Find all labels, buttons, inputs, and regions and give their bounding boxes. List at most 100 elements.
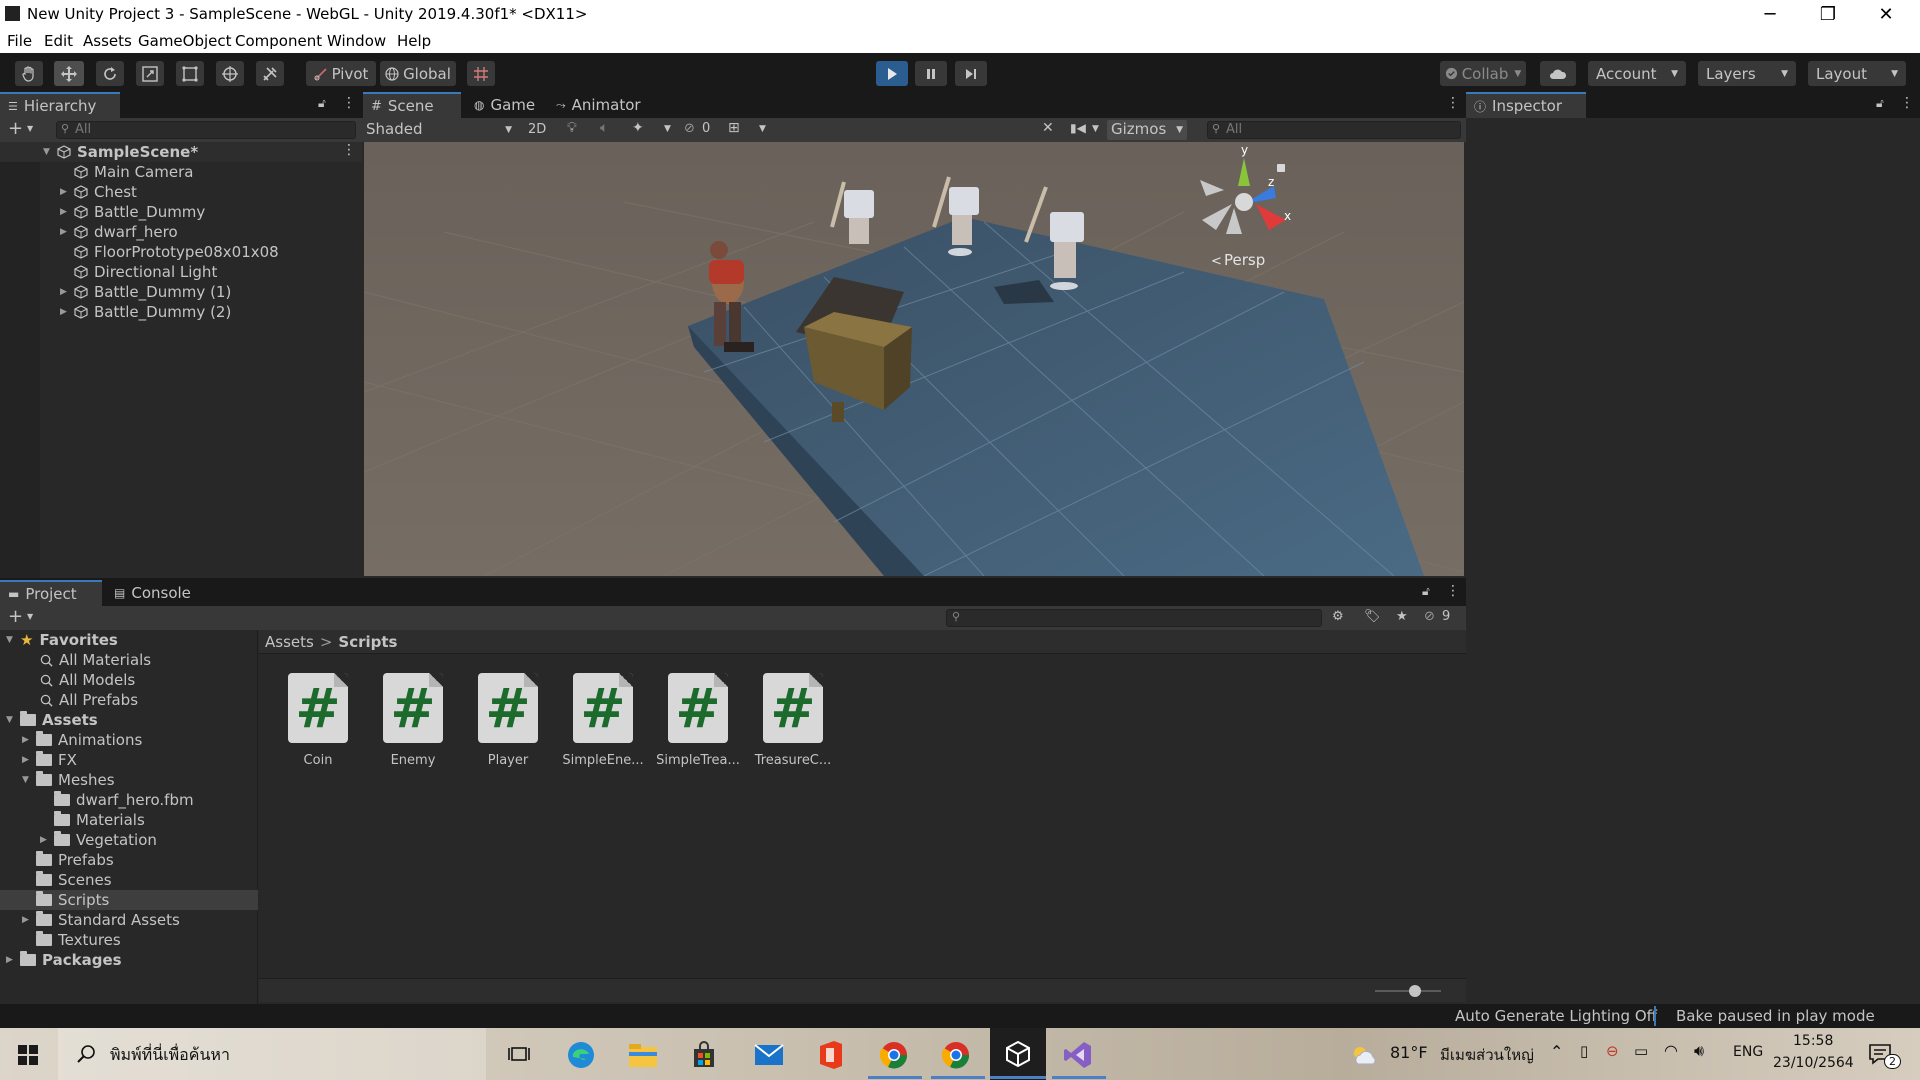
close-button[interactable]: ✕ <box>1858 0 1914 29</box>
expand-arrow-icon[interactable]: ▶ <box>60 187 70 197</box>
weather-temp[interactable]: 81°F <box>1390 1043 1428 1062</box>
kebab-menu-icon[interactable]: ⋮ <box>342 95 356 111</box>
hidden-packages-icon[interactable]: ⊘ <box>1424 609 1435 624</box>
gizmos-dropdown[interactable]: Gizmos ▼ <box>1107 120 1187 140</box>
network-error-icon[interactable]: ⊖ <box>1606 1042 1619 1060</box>
effects-chevron-icon[interactable]: ▼ <box>664 124 671 134</box>
menu-window[interactable]: Window <box>327 32 386 50</box>
minimize-button[interactable]: ─ <box>1742 0 1798 29</box>
tab-animator[interactable]: ⤳ Animator <box>548 92 658 118</box>
folder-tree-item[interactable]: ▶ Standard Assets <box>0 910 258 930</box>
toggle-2d-button[interactable]: 2D <box>528 122 546 137</box>
project-search-input[interactable] <box>946 609 1322 627</box>
effects-icon[interactable]: ✦ <box>632 120 644 136</box>
persp-label[interactable]: Persp <box>1224 251 1265 269</box>
camera-icon[interactable]: ▮◀ <box>1070 121 1086 135</box>
scene-search-input[interactable]: All <box>1207 121 1461 139</box>
script-asset[interactable]: # Player <box>465 673 551 768</box>
volume-icon[interactable]: 🔊︎ <box>1694 1041 1704 1061</box>
project-add-icon[interactable]: + <box>8 606 23 627</box>
edge-browser-icon[interactable] <box>566 1040 596 1070</box>
tab-hierarchy[interactable]: ☰ Hierarchy <box>0 92 120 118</box>
project-add-chevron-icon[interactable]: ▼ <box>27 612 33 621</box>
task-view-icon[interactable] <box>508 1043 530 1065</box>
hierarchy-item[interactable]: ▶ Chest <box>0 182 137 202</box>
collab-dropdown[interactable]: Collab ▼ <box>1440 61 1526 86</box>
mail-icon[interactable] <box>754 1044 784 1066</box>
menu-edit[interactable]: Edit <box>44 32 73 50</box>
step-button[interactable] <box>955 61 987 86</box>
tab-inspector[interactable]: ⓘ Inspector <box>1466 92 1586 118</box>
project-lock-icon[interactable]: 🔓︎ <box>1422 584 1430 599</box>
breadcrumb-assets[interactable]: Assets <box>265 633 314 651</box>
expand-arrow-icon[interactable]: ▶ <box>60 227 70 237</box>
hierarchy-item[interactable]: Main Camera <box>0 162 193 182</box>
scene-row[interactable]: ▼ SampleScene* ⋮ <box>0 142 362 162</box>
ms-store-icon[interactable] <box>690 1041 718 1069</box>
pause-button[interactable] <box>915 61 947 86</box>
inspector-kebab-icon[interactable]: ⋮ <box>1900 95 1914 111</box>
script-asset[interactable]: # SimpleTrea... <box>655 673 741 768</box>
grid-toggle-icon[interactable]: ⊞ <box>728 120 740 136</box>
hierarchy-item[interactable]: ▶ dwarf_hero <box>0 222 178 242</box>
expand-arrow-icon[interactable]: ▼ <box>22 775 32 785</box>
layout-dropdown[interactable]: Layout ▼ <box>1808 61 1906 86</box>
hand-tool-icon[interactable] <box>15 61 43 86</box>
folder-tree-item[interactable]: Prefabs <box>0 850 258 870</box>
layers-dropdown[interactable]: Layers ▼ <box>1698 61 1796 86</box>
rect-tool-icon[interactable] <box>176 61 204 86</box>
menu-component[interactable]: Component <box>235 32 322 50</box>
lock-icon[interactable]: 🔓︎ <box>318 96 326 111</box>
clock-date[interactable]: 23/10/2564 <box>1773 1055 1854 1071</box>
grid-chevron-icon[interactable]: ▼ <box>759 124 766 134</box>
inspector-lock-icon[interactable]: 🔓︎ <box>1876 96 1884 111</box>
expand-arrow-icon[interactable]: ▶ <box>22 735 32 745</box>
auto-lighting-status[interactable]: Auto Generate Lighting Off <box>1455 1007 1657 1025</box>
play-button[interactable] <box>876 61 908 86</box>
battery-icon[interactable]: ▭ <box>1634 1042 1648 1060</box>
folder-tree-item[interactable]: Scenes <box>0 870 258 890</box>
gizmo-lock-icon[interactable] <box>1277 164 1285 172</box>
scene-viewport[interactable]: y z x Persp < <box>364 142 1464 576</box>
tab-console[interactable]: ▤ Console <box>106 580 206 606</box>
hierarchy-search-input[interactable]: All <box>56 121 356 139</box>
move-tool-icon[interactable] <box>54 61 84 86</box>
favorite-star-icon[interactable]: ★ <box>1396 609 1408 624</box>
favorites-row[interactable]: ▼ ★ Favorites <box>6 630 118 650</box>
chrome-browser-icon[interactable] <box>879 1040 909 1070</box>
icon-size-slider-handle[interactable] <box>1409 985 1421 997</box>
packages-row[interactable]: ▶ Packages <box>6 950 122 970</box>
hierarchy-item[interactable]: ▶ Battle_Dummy <box>0 202 205 222</box>
file-explorer-icon[interactable] <box>628 1042 658 1068</box>
tray-chevron-up-icon[interactable]: ⌃ <box>1550 1042 1563 1061</box>
create-chevron-icon[interactable]: ▼ <box>27 124 33 133</box>
unity-taskbar-button[interactable] <box>990 1028 1046 1080</box>
lighting-bulb-icon[interactable]: 💡︎ <box>567 120 577 136</box>
folder-tree-item[interactable]: Textures <box>0 930 258 950</box>
pivot-toggle[interactable]: Pivot <box>306 61 376 86</box>
scene-kebab-menu-icon[interactable]: ⋮ <box>1446 95 1460 111</box>
menu-gameobject[interactable]: GameObject <box>138 32 232 50</box>
favorites-arrow-icon[interactable]: ▼ <box>6 635 16 645</box>
assets-arrow-icon[interactable]: ▼ <box>6 715 16 725</box>
taskbar-search-box[interactable]: พิมพ์ที่นี่เพื่อค้นหา <box>58 1028 486 1080</box>
windows-start-icon[interactable] <box>18 1045 38 1065</box>
input-language[interactable]: ENG <box>1733 1044 1763 1060</box>
tab-project[interactable]: ▬ Project <box>0 580 102 606</box>
menu-file[interactable]: File <box>7 32 32 50</box>
scene-kebab-icon[interactable]: ⋮ <box>342 142 356 158</box>
audio-speaker-icon[interactable]: 🔈︎ <box>600 120 608 136</box>
favorites-item[interactable]: All Prefabs <box>40 690 138 710</box>
folder-tree-item[interactable]: dwarf_hero.fbm <box>0 790 258 810</box>
expand-arrow-icon[interactable]: ▼ <box>43 147 53 157</box>
icon-size-slider[interactable] <box>1375 990 1441 992</box>
script-asset[interactable]: # TreasureC... <box>750 673 836 768</box>
visual-studio-icon[interactable] <box>1063 1040 1093 1070</box>
search-by-label-icon[interactable]: 🏷︎ <box>1364 609 1381 624</box>
hierarchy-item[interactable]: FloorPrototype08x01x08 <box>0 242 279 262</box>
hidden-eye-icon[interactable]: ⊘ <box>684 121 695 136</box>
rotate-tool-icon[interactable] <box>96 61 124 86</box>
expand-arrow-icon[interactable]: ▶ <box>60 207 70 217</box>
hierarchy-item[interactable]: Directional Light <box>0 262 217 282</box>
camera-chevron-icon[interactable]: ▼ <box>1092 124 1099 134</box>
